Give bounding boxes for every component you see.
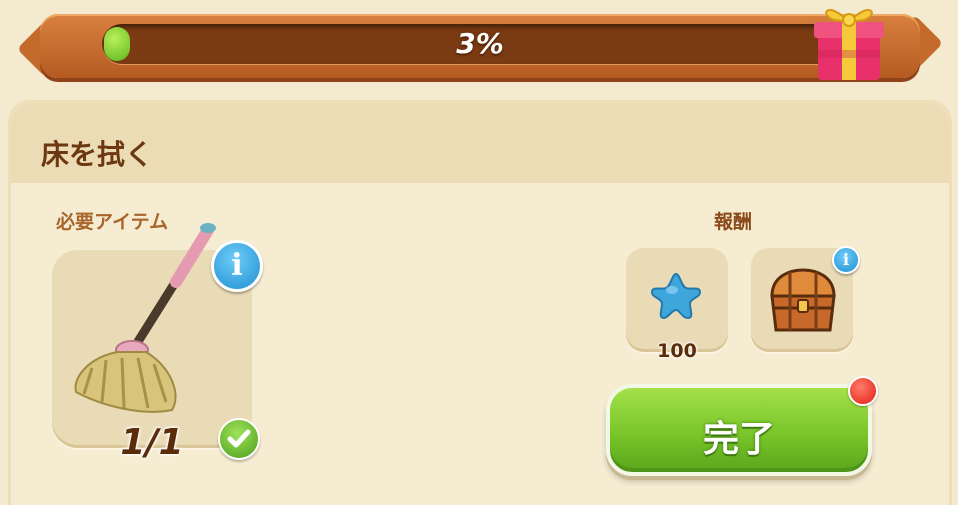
reward-label: 報酬 bbox=[714, 211, 753, 233]
complete-button[interactable]: 完了 bbox=[606, 384, 872, 476]
chest-info-button[interactable]: i bbox=[832, 246, 860, 274]
treasure-chest-icon bbox=[770, 268, 836, 332]
item-info-button[interactable]: i bbox=[211, 240, 263, 292]
progress-track: 3% bbox=[102, 24, 858, 64]
notification-dot bbox=[848, 376, 878, 406]
progress-percent: 3% bbox=[456, 27, 504, 60]
star-reward-amount: 100 bbox=[657, 340, 697, 362]
complete-button-label: 完了 bbox=[702, 419, 775, 460]
task-title: 床を拭く bbox=[41, 138, 154, 171]
gift-box-icon[interactable] bbox=[808, 0, 888, 84]
checkmark-icon bbox=[218, 418, 260, 460]
mop-icon bbox=[74, 223, 216, 413]
required-count: 1/1 bbox=[120, 422, 184, 463]
progress-bar: 3% bbox=[40, 14, 920, 78]
blue-star-icon bbox=[650, 272, 702, 320]
